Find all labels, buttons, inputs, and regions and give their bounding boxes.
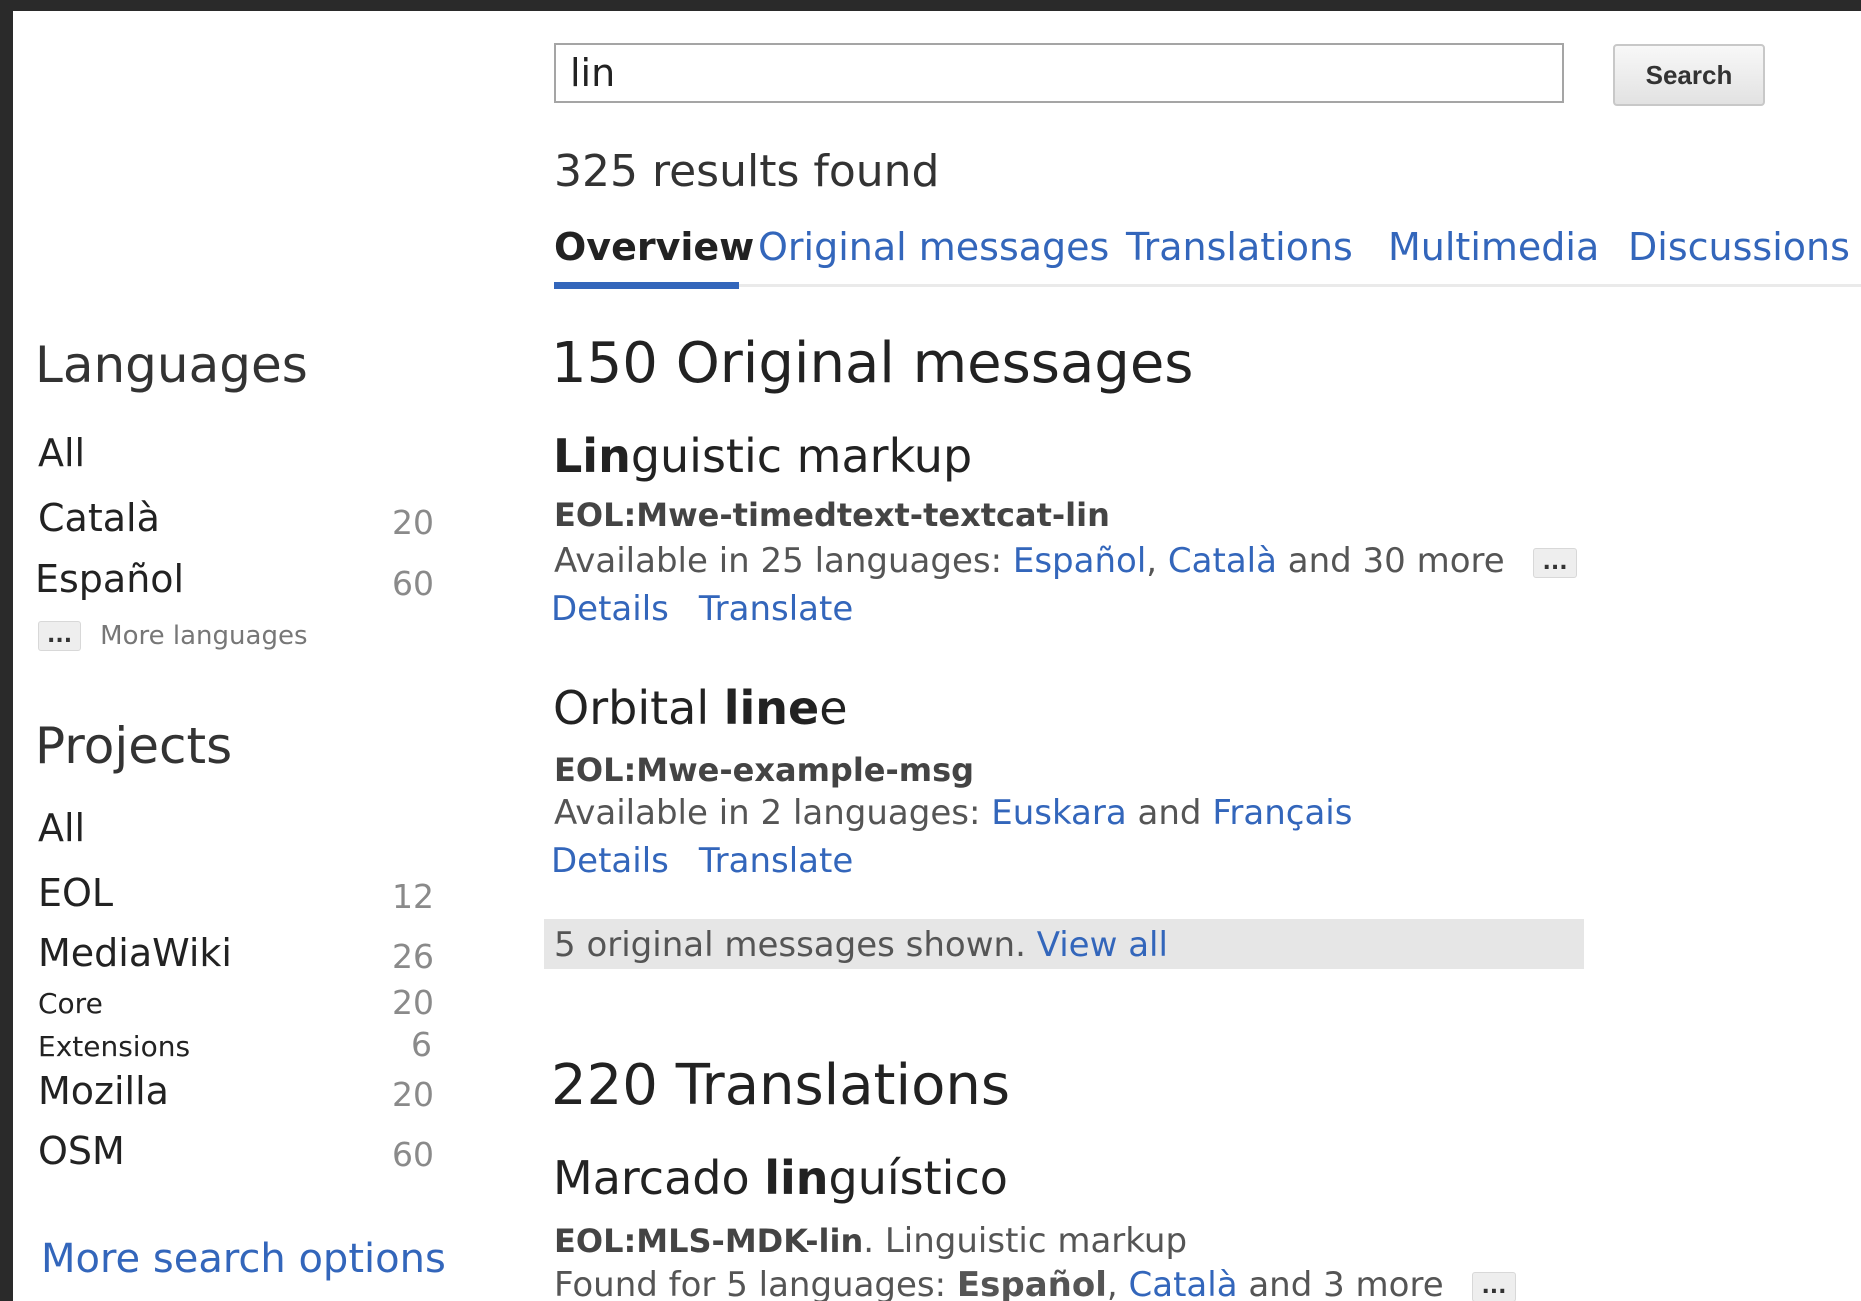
message-key: EOL:MLS-MDK-lin — [554, 1222, 864, 1260]
availability-separator: , — [1146, 541, 1168, 581]
availability-prefix: Available in 25 languages: — [554, 541, 1013, 581]
result-title-rest: guístico — [828, 1151, 1008, 1205]
language-link-euskara[interactable]: Euskara — [991, 793, 1127, 833]
message-key: EOL:Mwe-example-msg — [554, 751, 975, 789]
original-messages-heading: 150 Original messages — [551, 331, 1194, 396]
message-key: EOL:Mwe-timedtext-textcat-lin — [554, 496, 1110, 534]
language-filter-espanol[interactable]: Español — [35, 557, 184, 601]
translate-link[interactable]: Translate — [699, 589, 853, 629]
more-languages-button[interactable]: ... — [1472, 1271, 1516, 1301]
project-count-osm: 60 — [392, 1135, 434, 1174]
details-link[interactable]: Details — [551, 589, 669, 629]
result-title-rest: e — [819, 681, 848, 735]
page: Search 325 results found Overview Origin… — [13, 11, 1861, 1301]
message-source: . Linguistic markup — [863, 1221, 1188, 1261]
tab-active-indicator — [554, 282, 739, 289]
language-filter-all[interactable]: All — [38, 431, 85, 475]
project-count-eol: 12 — [392, 877, 434, 916]
availability-and: and — [1126, 793, 1213, 833]
project-filter-eol[interactable]: EOL — [38, 871, 113, 915]
tabs-divider — [554, 284, 1861, 287]
details-link[interactable]: Details — [551, 841, 669, 881]
view-all-link[interactable]: View all — [1037, 925, 1168, 965]
message-key-line: EOL:MLS-MDK-lin. Linguistic markup — [554, 1221, 1187, 1261]
language-link-catala[interactable]: Català — [1168, 541, 1277, 581]
tab-original-messages[interactable]: Original messages — [758, 225, 1109, 269]
project-count-extensions: 6 — [411, 1025, 432, 1064]
language-link-francais[interactable]: Français — [1212, 793, 1352, 833]
result-actions: Details Translate — [551, 589, 883, 629]
more-search-options-link[interactable]: More search options — [41, 1236, 446, 1282]
result-title-match: line — [723, 681, 820, 735]
result-title-match: Lin — [553, 429, 631, 483]
results-count: 325 results found — [554, 146, 940, 197]
result-title[interactable]: Orbital linee — [553, 681, 848, 735]
languages-heading: Languages — [35, 336, 308, 394]
project-filter-all[interactable]: All — [38, 806, 85, 850]
result-title-match: lin — [764, 1151, 829, 1205]
availability-prefix: Available in 2 languages: — [554, 793, 992, 833]
search-input[interactable] — [554, 43, 1564, 103]
language-count-espanol: 60 — [392, 564, 434, 603]
found-language-espanol: Español — [956, 1265, 1107, 1301]
project-filter-osm[interactable]: OSM — [38, 1129, 125, 1173]
language-filter-catala[interactable]: Català — [38, 496, 160, 540]
result-actions: Details Translate — [551, 841, 883, 881]
result-title[interactable]: Linguistic markup — [553, 429, 972, 483]
project-filter-extensions[interactable]: Extensions — [38, 1030, 190, 1063]
availability-suffix: and 30 more — [1276, 541, 1505, 581]
project-count-mediawiki: 26 — [392, 937, 434, 976]
found-languages: Found for 5 languages: Español, Català a… — [554, 1265, 1516, 1301]
tab-overview[interactable]: Overview — [554, 225, 754, 269]
result-title-rest: guistic markup — [630, 429, 973, 483]
result-title-pre: Orbital — [553, 681, 724, 735]
tab-translations[interactable]: Translations — [1126, 225, 1353, 269]
more-languages-label[interactable]: More languages — [100, 621, 307, 651]
language-count-catala: 20 — [392, 503, 434, 542]
projects-heading: Projects — [35, 717, 233, 775]
found-prefix: Found for 5 languages: — [554, 1265, 957, 1301]
summary-text: 5 original messages shown. — [554, 925, 1037, 965]
availability: Available in 25 languages: Español, Cata… — [554, 541, 1577, 581]
search-button[interactable]: Search — [1613, 44, 1765, 106]
result-title[interactable]: Marcado linguístico — [553, 1151, 1008, 1205]
project-count-core: 20 — [392, 983, 434, 1022]
found-separator: , — [1106, 1265, 1129, 1301]
project-filter-mozilla[interactable]: Mozilla — [38, 1069, 169, 1113]
more-languages-button[interactable]: ... — [38, 621, 82, 651]
original-messages-summary: 5 original messages shown. View all — [554, 925, 1168, 965]
language-link-catala[interactable]: Català — [1129, 1265, 1238, 1301]
found-suffix: and 3 more — [1237, 1265, 1444, 1301]
more-languages-button[interactable]: ... — [1533, 547, 1577, 578]
tab-discussions[interactable]: Discussions — [1628, 225, 1850, 269]
project-count-mozilla: 20 — [392, 1075, 434, 1114]
project-filter-core[interactable]: Core — [38, 987, 103, 1020]
tab-multimedia[interactable]: Multimedia — [1388, 225, 1599, 269]
project-filter-mediawiki[interactable]: MediaWiki — [38, 931, 232, 975]
translations-heading: 220 Translations — [551, 1053, 1010, 1118]
more-languages[interactable]: ... More languages — [38, 621, 308, 651]
language-link-espanol[interactable]: Español — [1013, 541, 1146, 581]
result-title-pre: Marcado — [553, 1151, 765, 1205]
availability: Available in 2 languages: Euskara and Fr… — [554, 793, 1352, 833]
translate-link[interactable]: Translate — [699, 841, 853, 881]
